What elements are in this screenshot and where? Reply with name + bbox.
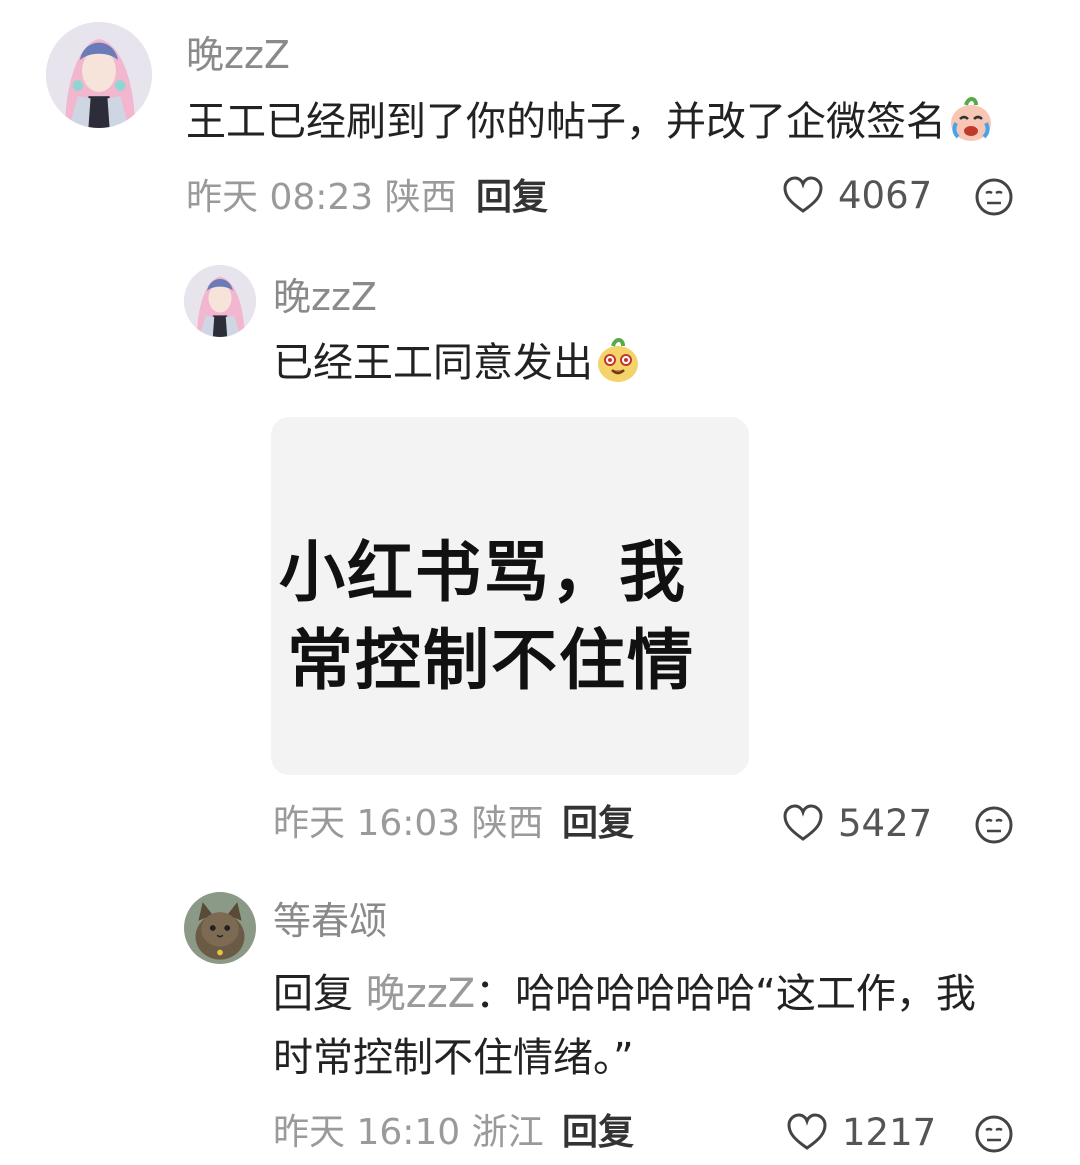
comment-username[interactable]: 等春颂	[273, 902, 387, 940]
comment-username[interactable]: 晚zzZ	[273, 278, 377, 316]
avatar[interactable]	[184, 265, 256, 337]
avatar-image	[184, 892, 256, 964]
reply-button[interactable]: 回复	[562, 1115, 634, 1151]
heart-icon	[783, 176, 823, 213]
comment-text: 王工已经刷到了你的帖子，并改了企微签名	[186, 90, 996, 164]
neutral-face-icon	[975, 1115, 1013, 1153]
comment-time-location: 昨天 08:23 陕西	[186, 177, 457, 218]
comment-time-location: 昨天 16:03 陕西	[273, 803, 544, 844]
comment-text-body: 已经王工同意发出	[273, 340, 593, 386]
crying-face-emoji	[946, 95, 996, 164]
reply-prefix: 回复	[273, 971, 353, 1017]
comment-text-line2: 时常控制不住情绪。”	[273, 1035, 634, 1081]
like-button[interactable]: 5427	[782, 804, 932, 842]
comment-text: 已经王工同意发出	[273, 331, 643, 405]
dislike-button[interactable]	[974, 1114, 1014, 1154]
like-count: 4067	[838, 173, 933, 217]
avatar-image	[46, 22, 152, 128]
like-count: 1217	[842, 1110, 937, 1154]
avatar[interactable]	[46, 22, 152, 128]
comment-username[interactable]: 晚zzZ	[186, 36, 290, 74]
mention-link[interactable]: 晚zzZ	[366, 971, 475, 1017]
heart-icon	[787, 1113, 827, 1150]
like-button[interactable]: 4067	[782, 176, 932, 214]
avatar[interactable]	[184, 892, 256, 964]
comment-image[interactable]: 小红书骂，我 常控制不住情	[271, 417, 749, 775]
like-button[interactable]: 1217	[786, 1113, 936, 1151]
like-count: 5427	[838, 801, 933, 845]
comment-time-location: 昨天 16:10 浙江	[273, 1112, 544, 1153]
reply-button[interactable]: 回复	[476, 180, 548, 216]
comment-text-body: 王工已经刷到了你的帖子，并改了企微签名	[186, 99, 946, 145]
heart-icon	[783, 804, 823, 841]
neutral-face-icon	[975, 806, 1013, 844]
dislike-button[interactable]	[974, 177, 1014, 217]
reply-button[interactable]: 回复	[562, 806, 634, 842]
comment-text-body: ：哈哈哈哈哈哈“这工作，我	[475, 971, 976, 1017]
image-text-line: 常控制不住情	[287, 622, 695, 699]
dislike-button[interactable]	[974, 805, 1014, 845]
avatar-image	[184, 265, 256, 337]
neutral-face-icon	[975, 178, 1013, 216]
image-text-line: 小红书骂，我	[279, 534, 687, 611]
smile-face-emoji	[593, 336, 643, 405]
comment-text: 回复 晚zzZ：哈哈哈哈哈哈“这工作，我	[273, 962, 976, 1026]
